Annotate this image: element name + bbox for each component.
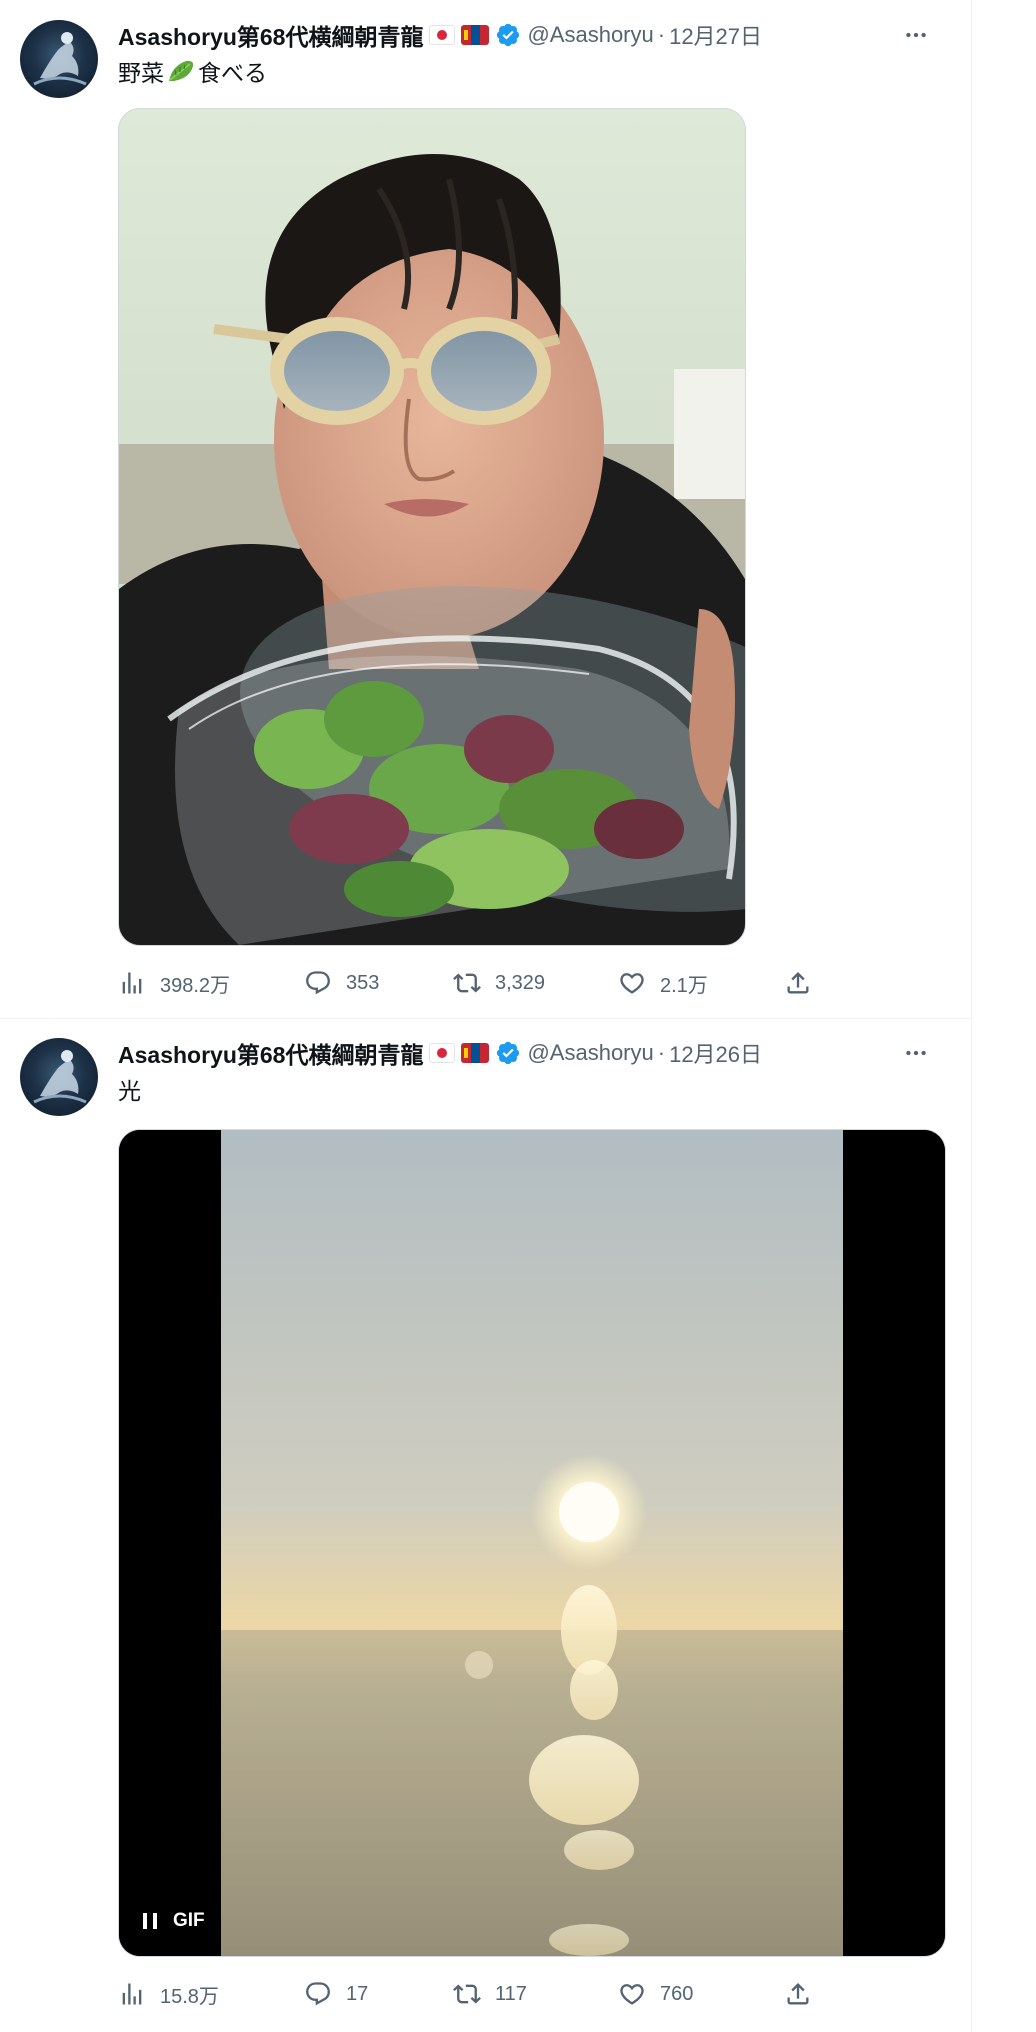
reply-icon: [306, 1982, 330, 2006]
retweet-icon: [453, 1984, 481, 2004]
japan-flag-icon: [429, 25, 456, 45]
tweet-date[interactable]: 12月27日: [669, 19, 762, 51]
more-options-icon[interactable]: [901, 1038, 931, 1068]
views-icon: [122, 1983, 142, 2005]
share-icon: [787, 972, 809, 994]
timeline: Asashoryu第68代横綱朝青龍 @Asashoryu · 12月27日 野…: [0, 0, 972, 2032]
mongolia-flag-icon: [461, 25, 490, 45]
japan-flag-icon: [429, 1043, 456, 1063]
like-button[interactable]: 2.1万: [618, 963, 708, 1003]
separator: ·: [657, 22, 666, 47]
avatar[interactable]: [20, 20, 98, 98]
mongolia-flag-icon: [461, 1043, 490, 1063]
tweet-actions: 15.8万 17 117 760: [118, 1974, 818, 2014]
reply-icon: [306, 971, 330, 995]
views-count: 398.2万: [160, 974, 231, 997]
user-handle[interactable]: @Asashoryu: [527, 22, 653, 48]
verified-badge-icon: [497, 23, 520, 47]
tweet-text: 光: [118, 1073, 141, 1105]
user-handle[interactable]: @Asashoryu: [527, 1040, 653, 1066]
heart-icon: [620, 973, 644, 994]
reply-button[interactable]: 353: [304, 963, 379, 1003]
views-button[interactable]: 15.8万: [118, 1974, 219, 2014]
leafy-green-emoji-icon: [169, 60, 194, 81]
tweet-text-part: 食べる: [198, 60, 267, 86]
share-icon: [787, 1983, 809, 2005]
tweet[interactable]: Asashoryu第68代横綱朝青龍 @Asashoryu · 12月26日 光: [0, 1019, 971, 2032]
views-button[interactable]: 398.2万: [118, 963, 230, 1003]
more-options-icon[interactable]: [901, 20, 931, 50]
tweet-gif[interactable]: GIF: [118, 1129, 946, 1957]
reply-count: 353: [346, 971, 380, 994]
retweet-button[interactable]: 3,329: [453, 963, 545, 1003]
retweet-button[interactable]: 117: [453, 1974, 527, 2014]
tweet-header: Asashoryu第68代横綱朝青龍 @Asashoryu · 12月27日: [118, 18, 762, 52]
tweet-photo[interactable]: [118, 108, 746, 946]
tweet-text-part: 光: [118, 1078, 141, 1104]
display-name[interactable]: Asashoryu第68代横綱朝青龍: [118, 1036, 423, 1070]
tweet-text-part: 野菜: [118, 60, 164, 86]
like-count: 2.1万: [660, 974, 708, 997]
retweet-count: 117: [495, 1982, 527, 2005]
heart-icon: [620, 1984, 644, 2005]
like-count: 760: [660, 1982, 694, 2005]
reply-button[interactable]: 17: [304, 1974, 368, 2014]
reply-count: 17: [346, 1982, 369, 2005]
like-button[interactable]: 760: [618, 1974, 693, 2014]
verified-badge-icon: [497, 1041, 520, 1065]
share-button[interactable]: [784, 963, 812, 1003]
tweet-date[interactable]: 12月26日: [669, 1037, 762, 1069]
gif-controls[interactable]: GIF: [143, 1910, 205, 1932]
tweet-actions: 398.2万 353 3,329 2.1万: [118, 963, 818, 1003]
separator: ·: [657, 1040, 666, 1065]
views-count: 15.8万: [160, 1985, 219, 2008]
tweet-text: 野菜 食べる: [118, 55, 267, 87]
avatar[interactable]: [20, 1038, 98, 1116]
share-button[interactable]: [784, 1974, 812, 2014]
display-name[interactable]: Asashoryu第68代横綱朝青龍: [118, 18, 423, 52]
retweet-count: 3,329: [495, 971, 546, 994]
tweet-header: Asashoryu第68代横綱朝青龍 @Asashoryu · 12月26日: [118, 1036, 762, 1070]
pause-icon[interactable]: [143, 1913, 157, 1929]
views-icon: [122, 972, 142, 994]
retweet-icon: [453, 973, 481, 993]
tweet[interactable]: Asashoryu第68代横綱朝青龍 @Asashoryu · 12月27日 野…: [0, 0, 971, 1019]
gif-badge: GIF: [173, 1910, 205, 1931]
